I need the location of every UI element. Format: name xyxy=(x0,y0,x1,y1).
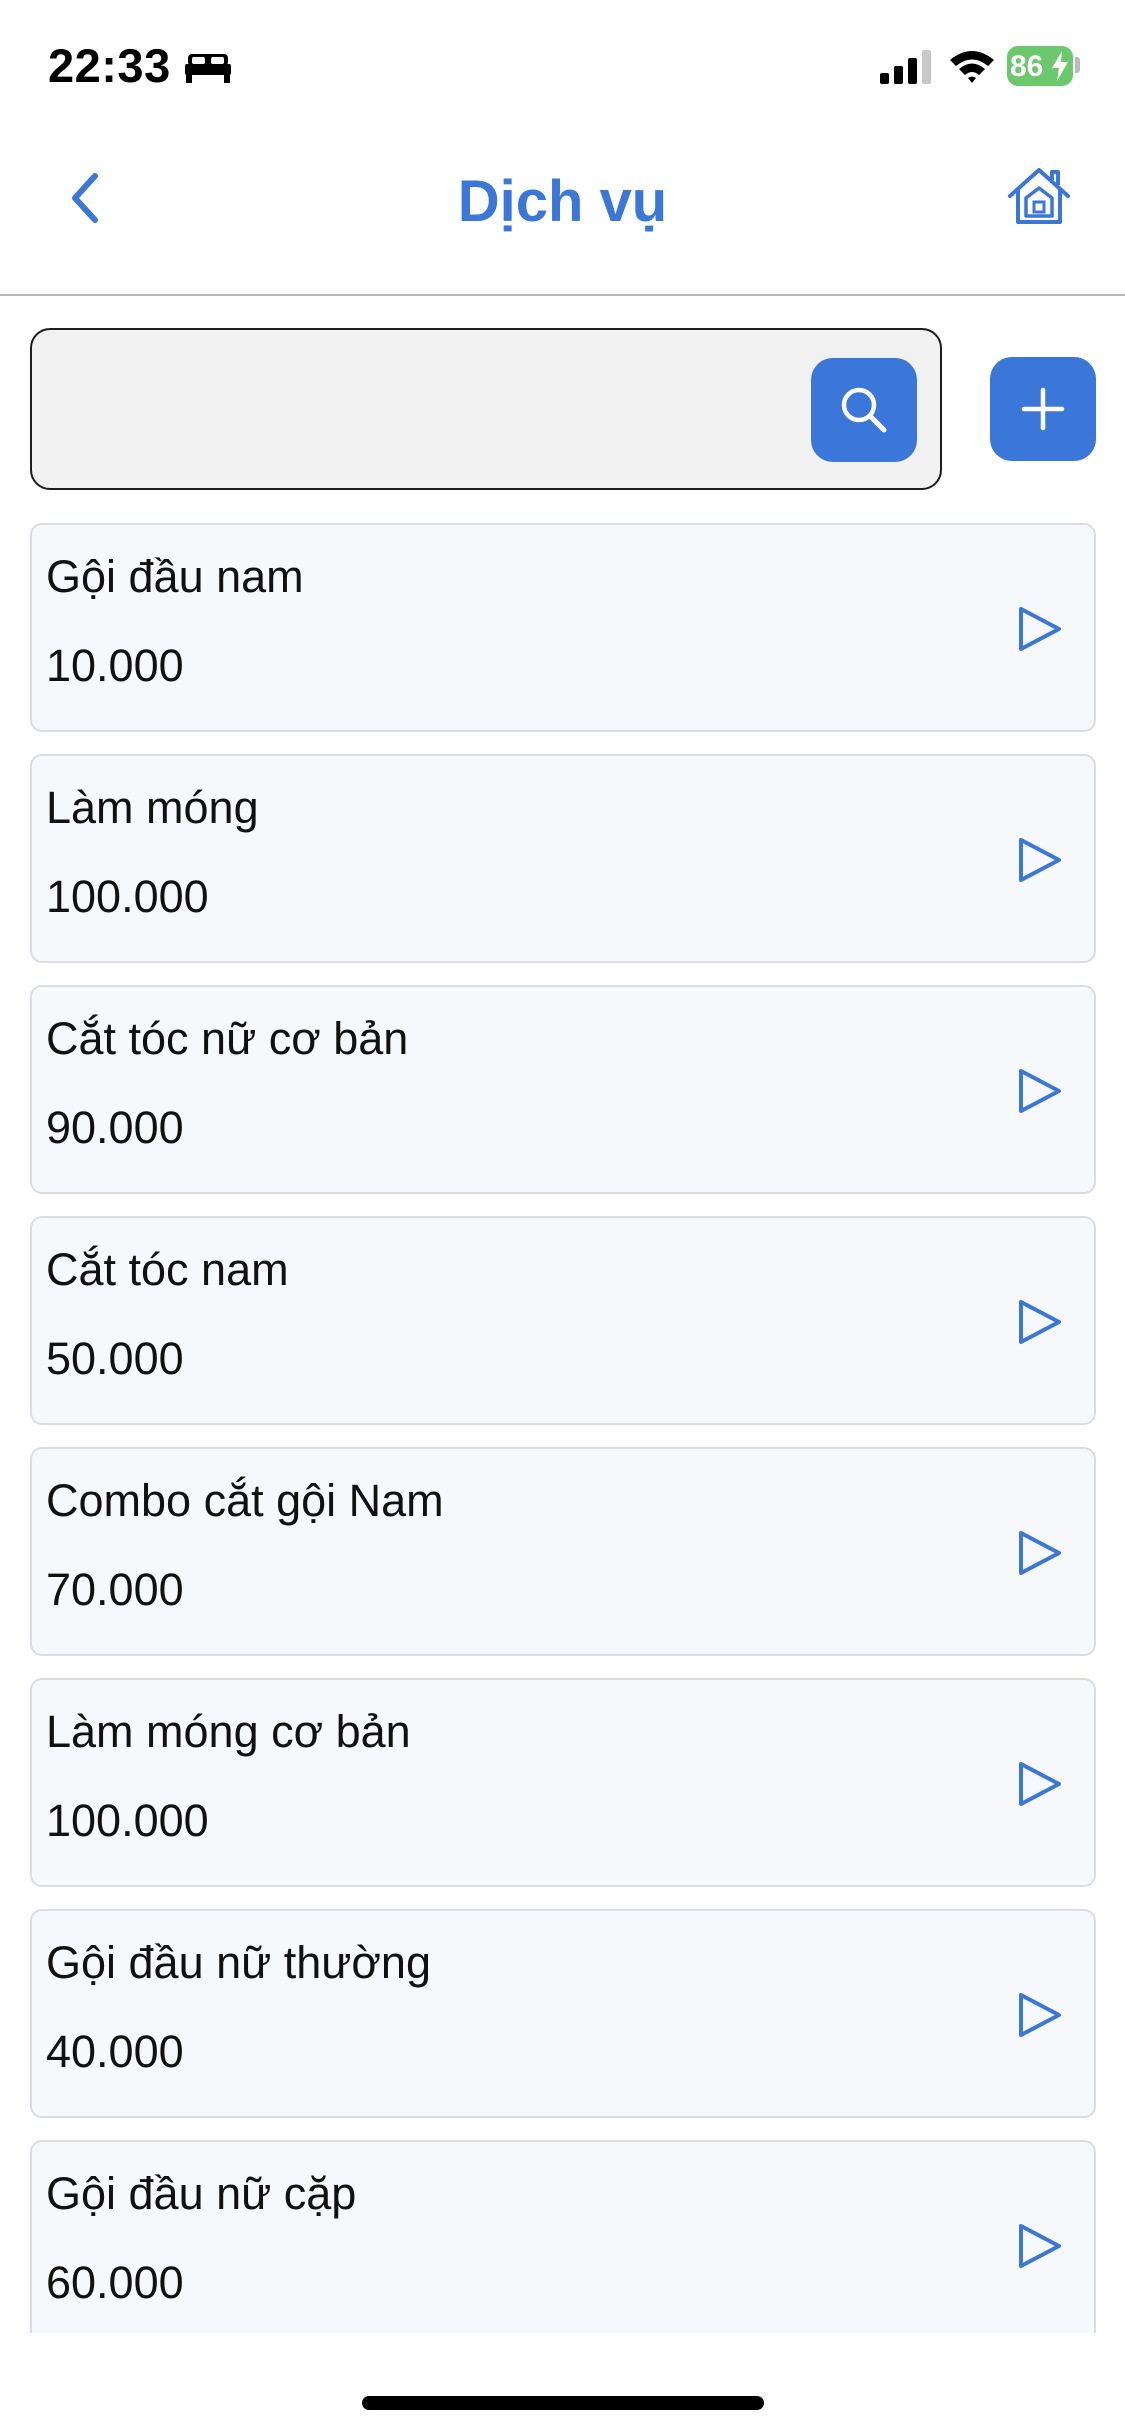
play-arrow-icon[interactable] xyxy=(1017,1067,1063,1115)
search-icon xyxy=(841,387,887,433)
status-bar: 22:33 86 xyxy=(0,0,1125,130)
page-title: Dịch vụ xyxy=(457,169,668,234)
list-item[interactable]: Cắt tóc nữ cơ bản 90.000 xyxy=(30,985,1096,1194)
home-indicator xyxy=(362,2396,764,2410)
list-item[interactable]: Gội đầu nữ thường 40.000 xyxy=(30,1909,1096,2118)
service-price: 90.000 xyxy=(46,1102,184,1153)
service-name: Gội đầu nữ cặp xyxy=(46,2168,357,2219)
home-button[interactable] xyxy=(1006,164,1076,234)
list-item[interactable]: Gội đầu nữ cặp 60.000 xyxy=(30,2140,1096,2333)
search-box xyxy=(30,328,942,490)
list-item[interactable]: Combo cắt gội Nam 70.000 xyxy=(30,1447,1096,1656)
service-price: 100.000 xyxy=(46,871,209,922)
play-arrow-icon[interactable] xyxy=(1017,836,1063,884)
wifi-icon xyxy=(948,48,996,89)
list-item[interactable]: Làm móng cơ bản 100.000 xyxy=(30,1678,1096,1887)
service-name: Làm móng cơ bản xyxy=(46,1706,411,1757)
service-name: Làm móng xyxy=(46,782,259,833)
home-icon xyxy=(1008,168,1070,224)
service-name: Cắt tóc nam xyxy=(46,1244,289,1295)
cellular-signal-icon xyxy=(880,48,934,89)
service-name: Gội đầu nam xyxy=(46,551,304,602)
service-price: 10.000 xyxy=(46,640,184,691)
list-item[interactable]: Gội đầu nam 10.000 xyxy=(30,523,1096,732)
play-arrow-icon[interactable] xyxy=(1017,1991,1063,2039)
service-name: Gội đầu nữ thường xyxy=(46,1937,431,1988)
play-arrow-icon[interactable] xyxy=(1017,605,1063,653)
service-name: Cắt tóc nữ cơ bản xyxy=(46,1013,409,1064)
battery-level: 86 xyxy=(1010,50,1044,83)
search-button[interactable] xyxy=(811,358,917,462)
service-list: Gội đầu nam 10.000 Làm móng 100.000 Cắt tóc … xyxy=(30,523,1096,2333)
search-input[interactable] xyxy=(52,360,816,462)
service-price: 50.000 xyxy=(46,1333,184,1384)
nav-bar: Dịch vụ xyxy=(0,130,1125,296)
play-arrow-icon[interactable] xyxy=(1017,1760,1063,1808)
service-price: 100.000 xyxy=(46,1795,209,1846)
service-price: 70.000 xyxy=(46,1564,184,1615)
list-item[interactable]: Cắt tóc nam 50.000 xyxy=(30,1216,1096,1425)
play-arrow-icon[interactable] xyxy=(1017,1529,1063,1577)
add-service-button[interactable] xyxy=(990,357,1096,461)
battery-cap xyxy=(1075,57,1080,73)
play-arrow-icon[interactable] xyxy=(1017,2222,1063,2270)
plus-icon xyxy=(1021,387,1065,431)
service-price: 40.000 xyxy=(46,2026,184,2077)
bed-icon xyxy=(185,52,231,89)
list-item[interactable]: Làm móng 100.000 xyxy=(30,754,1096,963)
status-time: 22:33 xyxy=(48,39,171,92)
battery-icon: 86 xyxy=(1007,46,1073,86)
service-price: 60.000 xyxy=(46,2257,184,2308)
service-name: Combo cắt gội Nam xyxy=(46,1475,444,1526)
play-arrow-icon[interactable] xyxy=(1017,1298,1063,1346)
